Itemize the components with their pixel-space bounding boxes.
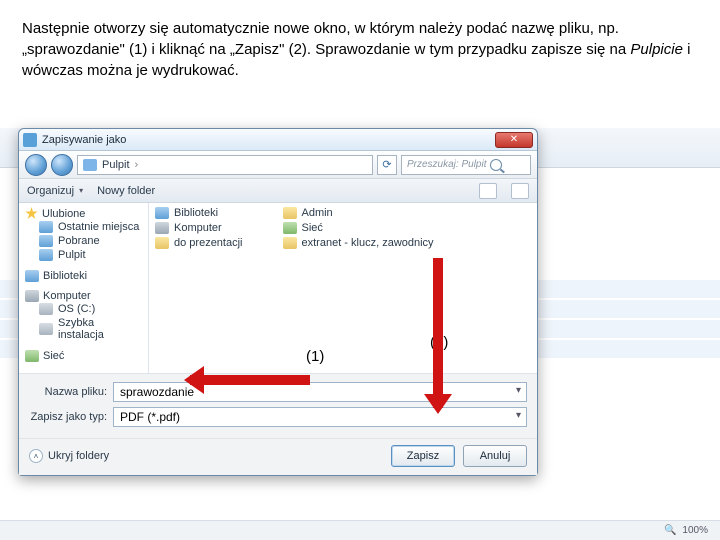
- libraries-icon: [155, 207, 169, 219]
- close-button[interactable]: ✕: [495, 132, 533, 148]
- zoom-value: 100%: [682, 525, 708, 536]
- computer-icon: [25, 290, 39, 302]
- breadcrumb-separator: ›: [135, 159, 139, 171]
- annotation-1: (1): [306, 348, 324, 365]
- folder-icon: [155, 237, 169, 249]
- downloads-icon: [39, 235, 53, 247]
- dialog-footer: ˄ Ukryj foldery Zapisz Anuluj: [19, 438, 537, 475]
- list-item[interactable]: extranet - klucz, zawodnicy: [283, 237, 434, 249]
- filetype-field[interactable]: PDF (*.pdf): [113, 407, 527, 427]
- sidebar-item-recent[interactable]: Ostatnie miejsca: [25, 220, 142, 234]
- cancel-button[interactable]: Anuluj: [463, 445, 527, 467]
- help-button[interactable]: [511, 183, 529, 199]
- nav-row: Pulpit › ⟳ Przeszukaj: Pulpit: [19, 151, 537, 179]
- file-list: Biblioteki Komputer do prezentacji Admin…: [149, 203, 537, 373]
- list-item[interactable]: Biblioteki: [155, 207, 243, 219]
- drive-icon: [39, 303, 53, 315]
- list-item[interactable]: Admin: [283, 207, 434, 219]
- filetype-label: Zapisz jako typ:: [29, 411, 107, 423]
- sidebar-item-osc[interactable]: OS (C:): [25, 302, 142, 316]
- view-options-button[interactable]: [479, 183, 497, 199]
- search-icon: [490, 159, 502, 171]
- sidebar: Ulubione Ostatnie miejsca Pobrane Pulpit…: [19, 203, 149, 373]
- recent-icon: [39, 221, 53, 233]
- search-placeholder: Przeszukaj: Pulpit: [407, 159, 486, 170]
- network-icon: [25, 350, 39, 362]
- nav-back-button[interactable]: [25, 154, 47, 176]
- dialog-app-icon: [23, 133, 37, 147]
- refresh-button[interactable]: ⟳: [377, 155, 397, 175]
- dialog-body: Ulubione Ostatnie miejsca Pobrane Pulpit…: [19, 203, 537, 373]
- folder-icon: [283, 237, 297, 249]
- list-item[interactable]: Komputer: [155, 222, 243, 234]
- hide-folders-toggle[interactable]: ˄ Ukryj foldery: [29, 449, 109, 463]
- breadcrumb[interactable]: Pulpit ›: [77, 155, 373, 175]
- computer-icon: [155, 222, 169, 234]
- sidebar-item-install[interactable]: Szybka instalacja: [25, 316, 142, 342]
- sidebar-favorites[interactable]: Ulubione: [25, 207, 142, 220]
- folder-icon: [283, 207, 297, 219]
- breadcrumb-location: Pulpit: [102, 159, 130, 171]
- nav-forward-button[interactable]: [51, 154, 73, 176]
- chevron-up-icon: ˄: [29, 449, 43, 463]
- sidebar-item-desktop[interactable]: Pulpit: [25, 248, 142, 262]
- sidebar-libraries[interactable]: Biblioteki: [25, 270, 142, 282]
- dialog-title: Zapisywanie jako: [42, 134, 495, 146]
- sidebar-computer[interactable]: Komputer: [25, 290, 142, 302]
- desktop-icon: [83, 159, 97, 171]
- sidebar-item-downloads[interactable]: Pobrane: [25, 234, 142, 248]
- filename-label: Nazwa pliku:: [29, 386, 107, 398]
- toolbar: Organizuj Nowy folder: [19, 179, 537, 203]
- search-input[interactable]: Przeszukaj: Pulpit: [401, 155, 531, 175]
- sidebar-network[interactable]: Sieć: [25, 350, 142, 362]
- network-icon: [283, 222, 297, 234]
- organize-button[interactable]: Organizuj: [27, 185, 83, 197]
- list-item[interactable]: do prezentacji: [155, 237, 243, 249]
- list-item[interactable]: Sieć: [283, 222, 434, 234]
- save-as-dialog: Zapisywanie jako ✕ Pulpit › ⟳ Przeszukaj…: [18, 128, 538, 476]
- save-button[interactable]: Zapisz: [391, 445, 455, 467]
- libraries-icon: [25, 270, 39, 282]
- zoom-icon: [664, 525, 676, 536]
- drive-icon: [39, 323, 53, 335]
- new-folder-button[interactable]: Nowy folder: [97, 185, 155, 197]
- red-arrow-down: [433, 258, 443, 408]
- browser-statusbar: 100%: [0, 520, 720, 540]
- red-arrow-left: [190, 375, 310, 385]
- dialog-titlebar: Zapisywanie jako ✕: [19, 129, 537, 151]
- instruction-text: Następnie otworzy się automatycznie nowe…: [0, 0, 720, 89]
- star-icon: [25, 207, 38, 220]
- desktop-icon: [39, 249, 53, 261]
